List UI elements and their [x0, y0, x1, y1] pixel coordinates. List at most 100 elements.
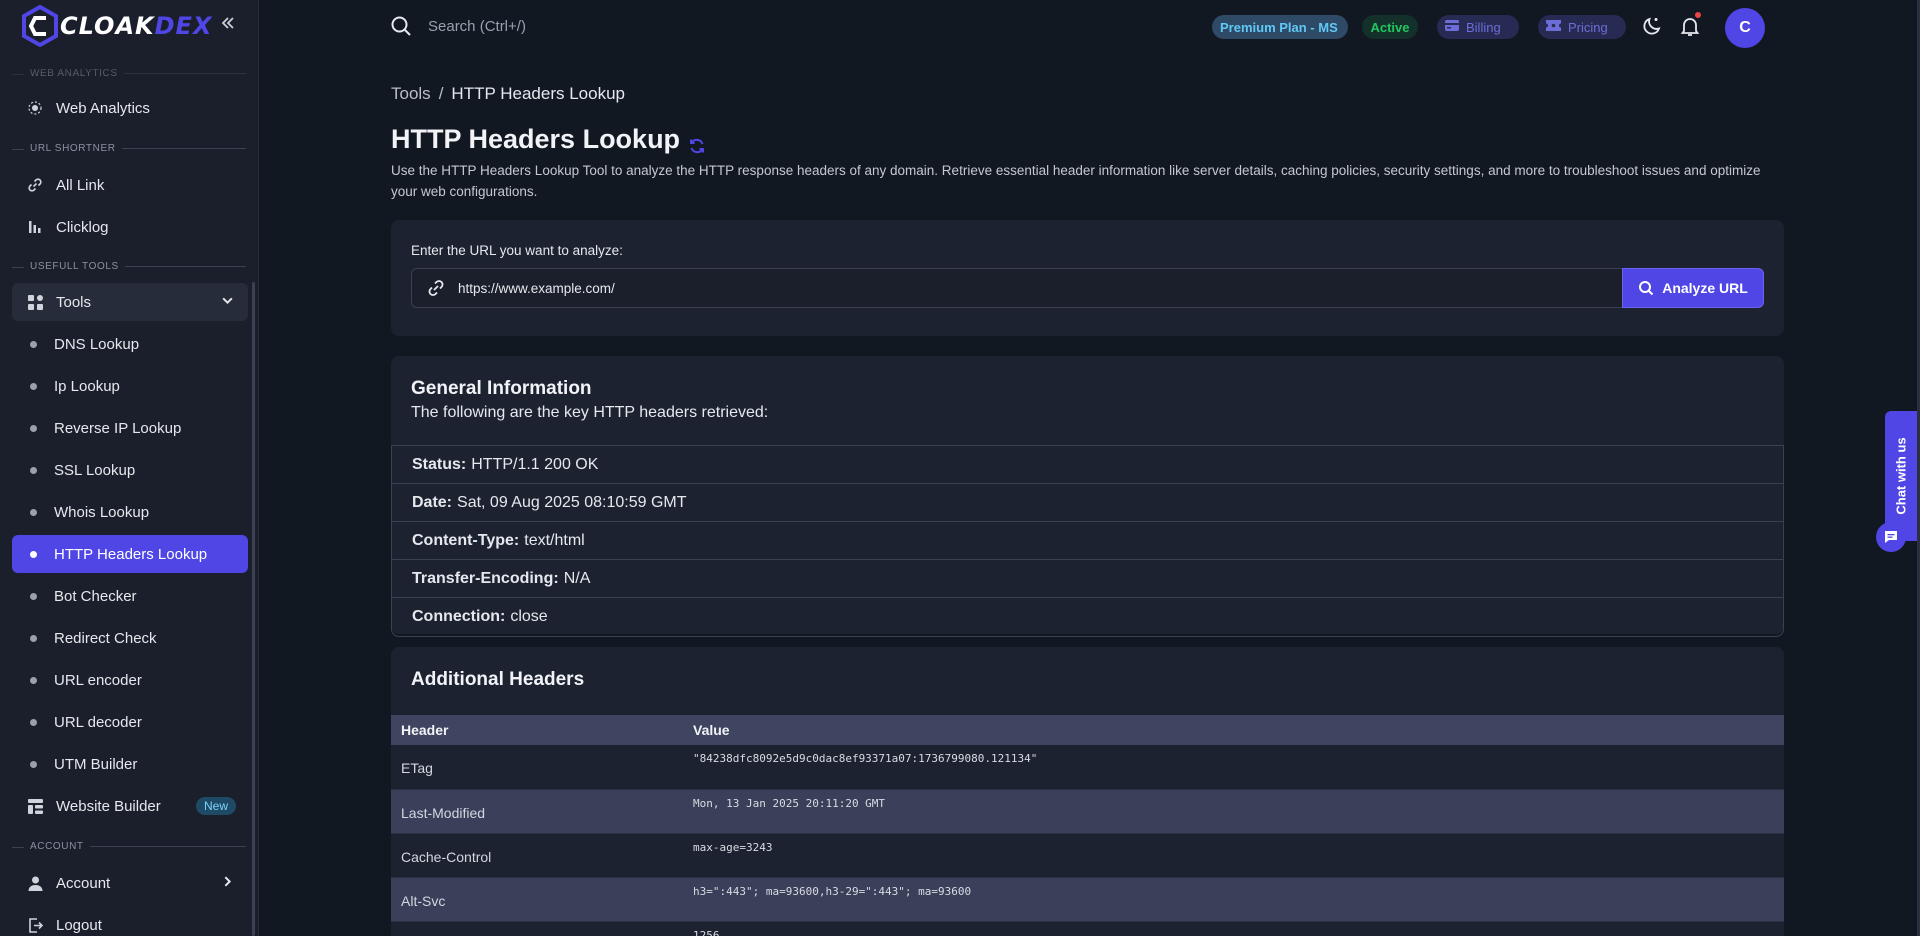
table-header-row: Header Value — [391, 715, 1784, 745]
avatar[interactable]: C — [1725, 8, 1765, 48]
info-row-date: Date: Sat, 09 Aug 2025 08:10:59 GMT — [392, 484, 1783, 522]
apps-icon — [26, 293, 44, 311]
column-value: Value — [683, 715, 1784, 745]
sidebar-item-tools[interactable]: Tools — [12, 283, 248, 321]
sidebar-item-label: UTM Builder — [54, 755, 138, 773]
billing-label: Billing — [1466, 19, 1501, 35]
url-input[interactable] — [458, 270, 1622, 306]
table-row: Cache-Control max-age=3243 — [391, 833, 1784, 878]
search-icon — [1639, 281, 1654, 296]
bullet-icon — [30, 718, 37, 726]
section-label-account: ACCOUNT — [12, 841, 246, 852]
link-icon — [26, 176, 44, 194]
chevron-right-icon — [221, 875, 234, 891]
sidebar-item-label: Account — [56, 874, 111, 892]
general-info-card: General Information The following are th… — [391, 356, 1784, 637]
sidebar-item-label: Redirect Check — [54, 629, 157, 647]
logout-icon — [26, 916, 44, 934]
breadcrumb-current: HTTP Headers Lookup — [451, 84, 625, 103]
url-input-group — [411, 268, 1623, 308]
sidebar-item-all-link[interactable]: All Link — [12, 166, 248, 204]
sidebar-item-clicklog[interactable]: Clicklog — [12, 208, 248, 246]
sidebar-item-utm-builder[interactable]: UTM Builder — [12, 745, 248, 783]
breadcrumb: Tools / HTTP Headers Lookup — [391, 84, 625, 104]
info-row-status: Status: HTTP/1.1 200 OK — [392, 446, 1783, 484]
search-input[interactable] — [428, 14, 728, 38]
table-row: Last-Modified Mon, 13 Jan 2025 20:11:20 G… — [391, 789, 1784, 834]
bullet-icon — [30, 424, 37, 432]
sidebar-item-ssl-lookup[interactable]: SSL Lookup — [12, 451, 248, 489]
sidebar-item-label: Website Builder — [56, 797, 161, 815]
sidebar-item-label: URL encoder — [54, 671, 142, 689]
headers-table: Header Value ETag "84238dfc8092e5d9c0dac8… — [391, 715, 1784, 936]
billing-button[interactable]: Billing — [1437, 15, 1519, 39]
sidebar-item-redirect-check[interactable]: Redirect Check — [12, 619, 248, 657]
bell-icon[interactable] — [1679, 15, 1701, 37]
brand-name: CLOAKDEX — [60, 12, 213, 40]
credit-card-icon — [1445, 20, 1459, 34]
sidebar-item-url-decoder[interactable]: URL decoder — [12, 703, 248, 741]
sidebar-item-label: Web Analytics — [56, 99, 150, 117]
page-description: Use the HTTP Headers Lookup Tool to anal… — [391, 163, 1761, 199]
sidebar-item-http-headers-lookup[interactable]: HTTP Headers Lookup — [12, 535, 248, 573]
analyze-url-button[interactable]: Analyze URL — [1622, 268, 1764, 308]
header-value: h3=":443"; ma=93600,h3-29=":443"; ma=936… — [683, 877, 1784, 922]
column-header: Header — [391, 715, 683, 745]
search-icon[interactable] — [390, 15, 412, 37]
notification-dot — [1695, 12, 1701, 18]
sidebar: WEB ANALYTICS Web Analytics URL SHORTNER… — [0, 0, 259, 936]
sidebar-item-ip-lookup[interactable]: Ip Lookup — [12, 367, 248, 405]
sidebar-item-website-builder[interactable]: Website Builder New — [12, 787, 248, 825]
header-value: 1256 — [683, 921, 1784, 936]
logo-icon — [22, 4, 58, 48]
sidebar-item-label: Tools — [56, 293, 92, 311]
sidebar-item-dns-lookup[interactable]: DNS Lookup — [12, 325, 248, 363]
sidebar-item-label: URL decoder — [54, 713, 142, 731]
sidebar-item-web-analytics[interactable]: Web Analytics — [12, 89, 248, 127]
sidebar-item-bot-checker[interactable]: Bot Checker — [12, 577, 248, 615]
bullet-icon — [30, 634, 37, 642]
general-info-subtitle: The following are the key HTTP headers r… — [411, 404, 769, 421]
analyze-url-label: Analyze URL — [1662, 280, 1748, 296]
top-bar: Premium Plan - MS Active Billing Pricing… — [260, 0, 1920, 52]
url-label: Enter the URL you want to analyze: — [411, 243, 623, 258]
info-row-content-type: Content-Type: text/html — [392, 522, 1783, 560]
section-label-usefull-tools: USEFULL TOOLS — [12, 261, 246, 272]
sidebar-item-label: Whois Lookup — [54, 503, 150, 521]
sidebar-item-label: DNS Lookup — [54, 335, 140, 353]
bullet-icon — [30, 550, 37, 558]
sidebar-item-logout[interactable]: Logout — [12, 906, 248, 936]
sidebar-item-url-encoder[interactable]: URL encoder — [12, 661, 248, 699]
sidebar-scrollbar[interactable] — [252, 282, 255, 936]
brand[interactable]: CLOAKDEX — [0, 0, 258, 52]
bullet-icon — [30, 340, 37, 348]
moon-icon[interactable] — [1641, 15, 1663, 37]
header-value: "84238dfc8092e5d9c0dac8ef93371a07:173679… — [683, 745, 1784, 790]
sidebar-item-reverse-ip-lookup[interactable]: Reverse IP Lookup — [12, 409, 248, 447]
bullet-icon — [30, 466, 37, 474]
sidebar-item-whois-lookup[interactable]: Whois Lookup — [12, 493, 248, 531]
page-title-text: HTTP Headers Lookup — [391, 124, 681, 154]
info-row-transfer-encoding: Transfer-Encoding: N/A — [392, 560, 1783, 598]
sidebar-item-label: HTTP Headers Lookup — [54, 545, 208, 563]
chevron-down-icon — [221, 294, 234, 310]
breadcrumb-tools[interactable]: Tools — [391, 84, 431, 103]
header-value: max-age=3243 — [683, 833, 1784, 878]
link-icon — [426, 278, 446, 298]
plan-badge[interactable]: Premium Plan - MS — [1212, 15, 1348, 39]
chat-bubble-icon[interactable] — [1876, 522, 1906, 552]
info-row-connection: Connection: close — [412, 608, 548, 625]
collapse-sidebar-button[interactable] — [217, 14, 239, 36]
general-info-title: General Information — [411, 378, 592, 399]
bullet-icon — [30, 760, 37, 768]
bullet-icon — [30, 676, 37, 684]
user-icon — [26, 874, 44, 892]
header-name: Cache-Control — [391, 833, 683, 878]
pricing-label: Pricing — [1568, 19, 1608, 35]
bullet-icon — [30, 382, 37, 390]
sidebar-item-label: Clicklog — [56, 218, 109, 236]
refresh-icon[interactable] — [688, 131, 706, 153]
analytics-icon — [26, 99, 44, 117]
sidebar-item-account[interactable]: Account — [12, 864, 248, 902]
pricing-button[interactable]: Pricing — [1538, 15, 1626, 39]
